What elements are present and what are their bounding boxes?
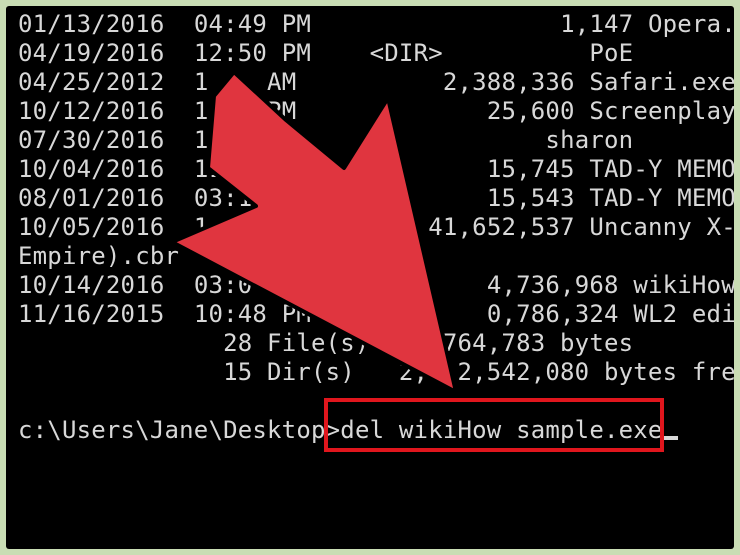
pointer-arrow-icon xyxy=(170,70,458,394)
